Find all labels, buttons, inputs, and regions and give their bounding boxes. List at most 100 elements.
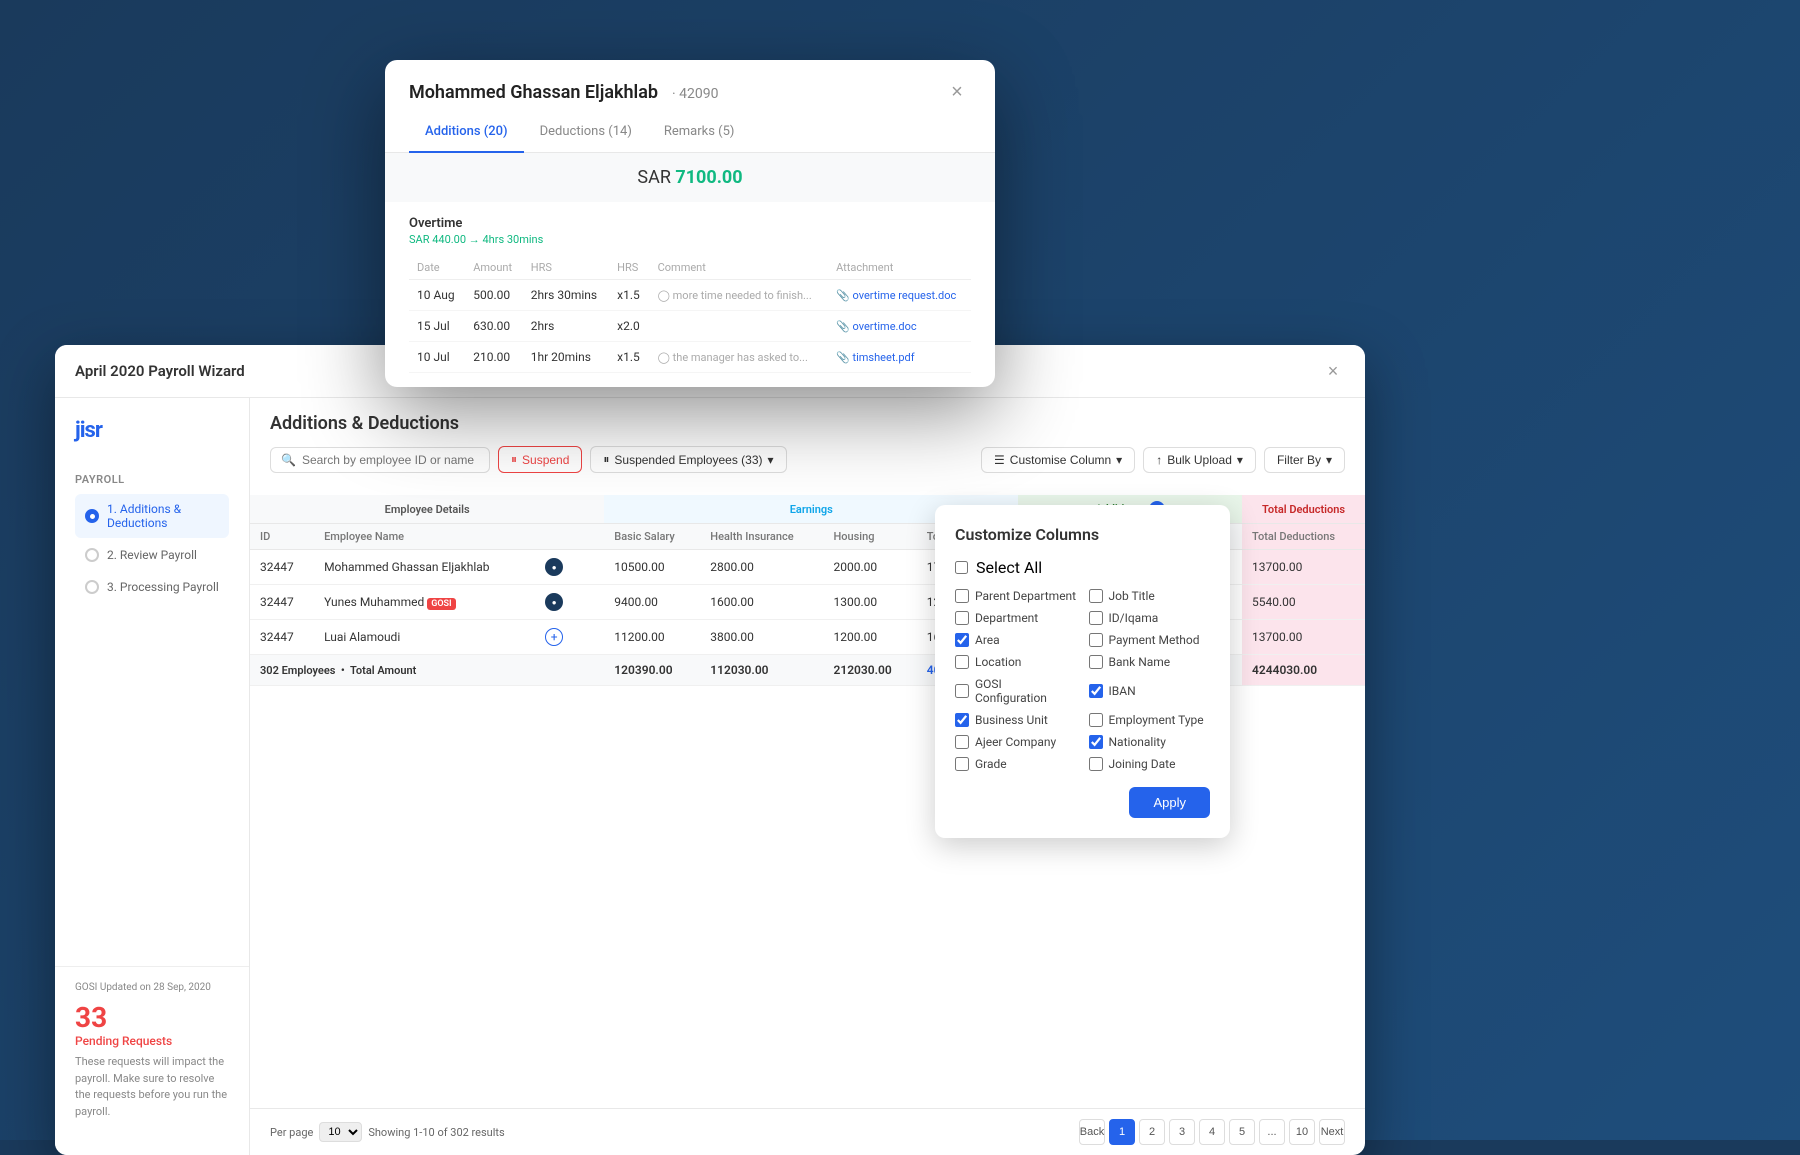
tab-remarks[interactable]: Remarks (5) [648,116,751,153]
radio-inner [90,514,95,519]
checkbox-job-title-input[interactable] [1089,589,1103,603]
checkbox-employment-type-label[interactable]: Employment Type [1109,713,1204,727]
add-button-3[interactable]: + [545,628,563,646]
radio-processing [85,580,99,594]
suspend-button[interactable]: ⏸ Suspend [498,446,582,473]
col-total-deductions: Total Deductions [1242,524,1365,550]
checkbox-iban-label[interactable]: IBAN [1109,684,1136,698]
payroll-modal-close[interactable]: × [1321,359,1345,383]
cell-hrs1-2: 2hrs [523,311,609,342]
footer-basic: 120390.00 [604,655,700,686]
checkbox-gosi-config-input[interactable] [955,684,969,698]
cell-hrs2-2: x2.0 [609,311,650,342]
checkbox-grade-label[interactable]: Grade [975,757,1007,771]
checkbox-payment-method-label[interactable]: Payment Method [1109,633,1200,647]
checkbox-parent-dept-label[interactable]: Parent Department [975,589,1076,603]
checkbox-department-input[interactable] [955,611,969,625]
checkbox-iban-input[interactable] [1089,684,1103,698]
dot-button-2[interactable]: ● [545,593,563,611]
checkbox-ajeer-company-input[interactable] [955,735,969,749]
select-all-checkbox[interactable] [955,561,968,574]
cell-attach1[interactable]: 📎 overtime request.doc [828,280,971,311]
cell-id3: 32447 [250,620,314,655]
modal-tabs: Additions (20) Deductions (14) Remarks (… [385,106,995,153]
filter-button[interactable]: Filter By ▾ [1264,447,1345,473]
attachment-link3[interactable]: 📎 timsheet.pdf [836,351,963,364]
page-4-button[interactable]: 4 [1199,1119,1225,1145]
checkbox-location-input[interactable] [955,655,969,669]
checkbox-department-label[interactable]: Department [975,611,1038,625]
page-5-button[interactable]: 5 [1229,1119,1255,1145]
bulk-upload-button[interactable]: ↑ Bulk Upload ▾ [1143,447,1256,473]
pending-desc: These requests will impact the payroll. … [75,1054,229,1120]
page-3-button[interactable]: 3 [1169,1119,1195,1145]
employee-modal-close[interactable]: × [943,78,971,106]
gosi-tag: GOSI [427,598,455,610]
page-next-button[interactable]: Next [1319,1119,1345,1145]
search-box: 🔍 [270,447,490,473]
sidebar-item-review[interactable]: 2. Review Payroll [75,540,229,570]
checkbox-gosi-config-label[interactable]: GOSI Configuration [975,677,1077,705]
cell-dot[interactable]: ● [535,550,580,585]
cell-dot2[interactable]: ● [535,585,580,620]
customize-panel: Customize Columns Select All Parent Depa… [935,505,1230,838]
checkbox-nationality-input[interactable] [1089,735,1103,749]
checkbox-job-title-label[interactable]: Job Title [1109,589,1155,603]
sidebar-item-processing[interactable]: 3. Processing Payroll [75,572,229,602]
showing-label: Showing 1-10 of 302 results [368,1126,504,1139]
cell-attach3[interactable]: 📎 timsheet.pdf [828,342,971,373]
cell-attach2[interactable]: 📎 overtime.doc [828,311,971,342]
cell-basic: 10500.00 [604,550,700,585]
checkbox-area-label[interactable]: Area [975,633,1000,647]
checkbox-bank-name-input[interactable] [1089,655,1103,669]
checkbox-employment-type-input[interactable] [1089,713,1103,727]
search-input[interactable] [302,453,479,467]
gosi-badge: GOSI Updated on 28 Sep, 2020 [75,982,229,993]
tab-additions[interactable]: Additions (20) [409,116,524,153]
checkbox-id-iqama-input[interactable] [1089,611,1103,625]
select-all-label[interactable]: Select All [976,558,1042,577]
sidebar-item-label-processing: 3. Processing Payroll [107,580,219,594]
select-all-row: Select All [955,558,1210,577]
checkbox-bank-name-label[interactable]: Bank Name [1109,655,1171,669]
suspended-icon: ⏸ [603,452,609,467]
checkbox-id-iqama-label[interactable]: ID/Iqama [1109,611,1159,625]
checkbox-nationality-label[interactable]: Nationality [1109,735,1166,749]
suspended-employees-button[interactable]: ⏸ Suspended Employees (33) ▾ [590,446,786,473]
attachment-link2[interactable]: 📎 overtime.doc [836,320,963,333]
attachment-link1[interactable]: 📎 overtime request.doc [836,289,963,302]
customize-column-button[interactable]: ☰ Customise Column ▾ [981,447,1135,473]
checkbox-payment-method-input[interactable] [1089,633,1103,647]
checkbox-parent-dept-input[interactable] [955,589,969,603]
cell-date3: 10 Jul [409,342,465,373]
search-icon: 🔍 [281,453,296,467]
checkbox-grade-input[interactable] [955,757,969,771]
col-attachment: Attachment [828,256,971,280]
sidebar-item-additions[interactable]: 1. Additions & Deductions [75,494,229,538]
checkbox-joining-date-input[interactable] [1089,757,1103,771]
tab-deductions[interactable]: Deductions (14) [524,116,648,153]
sidebar-item-label-additions: 1. Additions & Deductions [107,502,219,530]
cell-plus3[interactable]: + [535,620,580,655]
page-ellipsis[interactable]: ... [1259,1119,1285,1145]
checkbox-grid: Parent Department Job Title Department I… [955,589,1210,771]
checkbox-ajeer-company-label[interactable]: Ajeer Company [975,735,1056,749]
checkbox-area-input[interactable] [955,633,969,647]
page-back-button[interactable]: Back [1079,1119,1105,1145]
table-footer: Per page 10 25 50 Showing 1-10 of 302 re… [250,1108,1365,1155]
checkbox-business-unit-input[interactable] [955,713,969,727]
page-10-button[interactable]: 10 [1289,1119,1315,1145]
checkbox-location-label[interactable]: Location [975,655,1021,669]
page-2-button[interactable]: 2 [1139,1119,1165,1145]
logo: jisr [75,418,102,443]
cell-date2: 15 Jul [409,311,465,342]
apply-button[interactable]: Apply [1129,787,1210,818]
employee-modal-name-row: Mohammed Ghassan Eljakhlab · 42090 [409,82,718,103]
amount-sar: SAR [637,167,675,188]
checkbox-joining-date-label[interactable]: Joining Date [1109,757,1176,771]
dot-button[interactable]: ● [545,558,563,576]
per-page-select[interactable]: 10 25 50 [319,1122,362,1142]
per-page-label: Per page [270,1126,313,1139]
checkbox-business-unit-label[interactable]: Business Unit [975,713,1048,727]
page-1-button[interactable]: 1 [1109,1119,1135,1145]
